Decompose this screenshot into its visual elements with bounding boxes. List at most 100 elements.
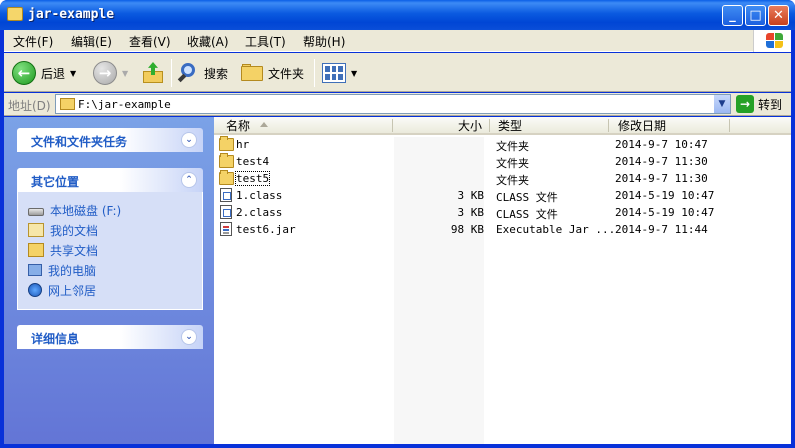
folder-icon [7, 7, 23, 21]
title-bar[interactable]: jar-example _ □ ✕ [0, 0, 795, 30]
column-size[interactable]: 大小 [458, 118, 482, 134]
class-file-icon [220, 188, 232, 202]
go-label: 转到 [758, 97, 783, 112]
link-label: 共享文档 [50, 243, 99, 258]
column-divider[interactable] [608, 119, 609, 132]
up-folder-button[interactable] [142, 59, 164, 87]
folder-icon [219, 153, 234, 168]
shared-folder-icon [28, 243, 44, 257]
expand-chevron-icon[interactable]: ⌄ [181, 132, 197, 148]
folder-icon [219, 170, 234, 185]
back-button[interactable]: ← 后退 ▼ [12, 59, 76, 87]
file-row[interactable]: 2.class 3 KB CLASS 文件 2014-5-19 10:47 [214, 204, 791, 221]
link-network-places[interactable]: 网上邻居 [28, 280, 202, 300]
panel-header[interactable]: 详细信息 ⌄ [17, 325, 203, 349]
panel-header[interactable]: 文件和文件夹任务 ⌄ [17, 128, 203, 152]
forward-button[interactable]: → ▼ [93, 59, 128, 87]
chevron-down-icon[interactable]: ▼ [122, 69, 128, 78]
file-size: 98 KB [450, 223, 484, 236]
link-label: 网上邻居 [48, 283, 97, 298]
search-button[interactable]: 搜索 [177, 59, 228, 87]
file-date: 2014-9-7 10:47 [615, 138, 708, 151]
panel-title: 详细信息 [31, 332, 80, 346]
panel-title: 其它位置 [31, 175, 80, 189]
go-button[interactable]: → 转到 [736, 94, 782, 114]
class-file-icon [220, 205, 232, 219]
forward-arrow-icon: → [93, 61, 117, 85]
menu-favorites[interactable]: 收藏(A) [187, 33, 229, 50]
address-label: 地址(D) [8, 99, 51, 113]
window-title: jar-example [28, 7, 115, 22]
panel-title: 文件和文件夹任务 [31, 135, 128, 149]
link-label: 我的电脑 [48, 263, 97, 278]
file-date: 2014-5-19 10:47 [615, 189, 715, 202]
file-row[interactable]: hr 文件夹 2014-9-7 10:47 [214, 136, 791, 153]
search-label: 搜索 [204, 66, 229, 81]
address-input[interactable]: F:\jar-example ▼ [55, 94, 731, 114]
chevron-down-icon[interactable]: ▼ [351, 69, 357, 78]
address-dropdown-icon[interactable]: ▼ [713, 95, 730, 113]
file-row[interactable]: test5 文件夹 2014-9-7 11:30 [214, 170, 791, 187]
chevron-down-icon[interactable]: ▼ [70, 69, 76, 78]
menu-view[interactable]: 查看(V) [129, 33, 171, 50]
column-header-row: 名称 大小 类型 修改日期 [214, 117, 791, 135]
file-row[interactable]: test4 文件夹 2014-9-7 11:30 [214, 153, 791, 170]
collapse-chevron-icon[interactable]: ⌃ [181, 172, 197, 188]
file-list: 名称 大小 类型 修改日期 hr 文件夹 2014-9-7 10:47 test… [214, 117, 791, 444]
folders-icon [241, 64, 263, 82]
link-my-documents[interactable]: 我的文档 [28, 220, 202, 240]
panel-details: 详细信息 ⌄ [17, 325, 203, 349]
toolbar-separator [171, 59, 172, 87]
back-arrow-icon: ← [12, 61, 36, 85]
column-date[interactable]: 修改日期 [618, 118, 666, 134]
column-divider[interactable] [489, 119, 490, 132]
file-name: test4 [236, 155, 270, 168]
computer-icon [28, 264, 42, 276]
menu-help[interactable]: 帮助(H) [303, 33, 345, 50]
panel-other-places: 其它位置 ⌃ 本地磁盘 (F:) 我的文档 共享文档 我的电脑 网上邻居 [17, 168, 203, 310]
views-button[interactable]: ▼ [322, 59, 357, 87]
folders-button[interactable]: 文件夹 [241, 59, 304, 87]
panel-file-tasks: 文件和文件夹任务 ⌄ [17, 128, 203, 152]
file-name: test6.jar [236, 223, 296, 236]
up-folder-icon [142, 62, 164, 84]
link-label: 本地磁盘 (F:) [50, 203, 122, 218]
link-local-disk[interactable]: 本地磁盘 (F:) [28, 200, 202, 220]
file-type: Executable Jar ... [496, 223, 616, 236]
views-icon [322, 63, 346, 83]
file-size: 3 KB [457, 206, 485, 219]
file-type: 文件夹 [496, 140, 529, 153]
link-my-computer[interactable]: 我的电脑 [28, 260, 202, 280]
menu-file[interactable]: 文件(F) [13, 33, 53, 50]
file-date: 2014-5-19 10:47 [615, 206, 715, 219]
column-name[interactable]: 名称 [226, 118, 250, 134]
address-bar: 地址(D) F:\jar-example ▼ → 转到 [4, 93, 791, 116]
file-date: 2014-9-7 11:30 [615, 172, 708, 185]
column-divider[interactable] [729, 119, 730, 132]
menu-tools[interactable]: 工具(T) [245, 33, 286, 50]
expand-chevron-icon[interactable]: ⌄ [181, 329, 197, 345]
file-type: 文件夹 [496, 174, 529, 187]
menu-bar: 文件(F) 编辑(E) 查看(V) 收藏(A) 工具(T) 帮助(H) [4, 30, 791, 52]
panel-body: 本地磁盘 (F:) 我的文档 共享文档 我的电脑 网上邻居 [17, 192, 203, 310]
link-shared-documents[interactable]: 共享文档 [28, 240, 202, 260]
minimize-button[interactable]: _ [722, 5, 743, 26]
file-date: 2014-9-7 11:30 [615, 155, 708, 168]
network-icon [28, 283, 42, 297]
file-row[interactable]: test6.jar 98 KB Executable Jar ... 2014-… [214, 221, 791, 238]
file-name: 1.class [236, 189, 283, 202]
close-button[interactable]: ✕ [768, 5, 789, 26]
file-row[interactable]: 1.class 3 KB CLASS 文件 2014-5-19 10:47 [214, 187, 791, 204]
go-arrow-icon: → [736, 95, 754, 113]
file-name: test5 [234, 171, 271, 186]
folders-label: 文件夹 [268, 66, 305, 81]
maximize-button[interactable]: □ [745, 5, 766, 26]
panel-header[interactable]: 其它位置 ⌃ [17, 168, 203, 192]
file-type: CLASS 文件 [496, 208, 558, 221]
column-divider[interactable] [392, 119, 393, 132]
menu-edit[interactable]: 编辑(E) [71, 33, 112, 50]
toolbar: ← 后退 ▼ → ▼ 搜索 文件夹 ▼ [4, 53, 791, 92]
column-type[interactable]: 类型 [498, 118, 522, 134]
file-size: 3 KB [457, 189, 485, 202]
task-pane: 文件和文件夹任务 ⌄ 其它位置 ⌃ 本地磁盘 (F:) 我的文档 共享文档 我的… [4, 117, 214, 444]
